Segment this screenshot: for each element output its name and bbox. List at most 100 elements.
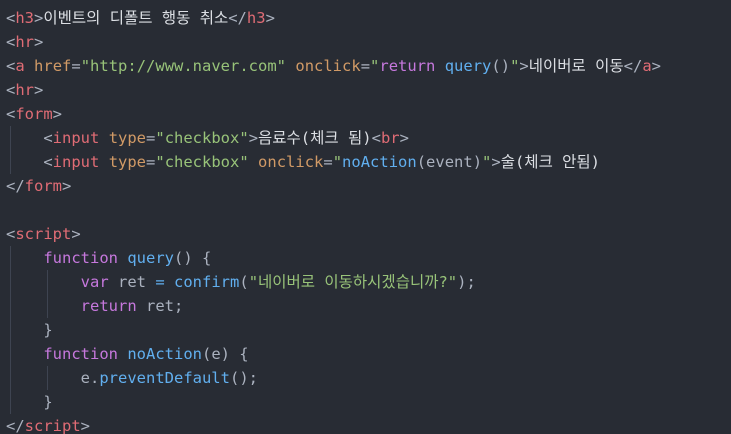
code-line: <hr>	[0, 78, 731, 102]
code-token: "checkbox"	[155, 129, 249, 147]
code-token: a	[15, 57, 25, 75]
code-token: </	[6, 417, 25, 434]
code-token: >	[34, 9, 44, 27]
code-token: 네이버로 이동	[528, 57, 624, 75]
code-line: </form>	[0, 174, 731, 198]
code-token: ()	[491, 57, 511, 75]
code-token: }	[6, 393, 53, 411]
code-token: 이벤트의 디폴트 행동 취소	[43, 9, 229, 27]
code-line: <a href="http://www.naver.com" onclick="…	[0, 54, 731, 78]
code-token: "	[332, 153, 343, 171]
code-line: <input type="checkbox">음료수(체크 됨)<br>	[0, 126, 731, 150]
code-line: }	[0, 318, 731, 342]
code-line: function noAction(e) {	[0, 342, 731, 366]
code-token: onclick	[258, 153, 324, 171]
indent-guide	[10, 126, 11, 150]
code-token: =	[323, 153, 333, 171]
code-token: function	[43, 249, 118, 267]
code-token: <	[6, 9, 16, 27]
code-token: function	[43, 345, 118, 363]
code-token: =	[155, 273, 165, 291]
indent-guide	[47, 294, 48, 318]
code-token: ret	[108, 273, 156, 291]
code-token: var	[80, 273, 109, 291]
code-token: >	[71, 225, 81, 243]
code-token: href	[34, 57, 72, 75]
code-line: e.preventDefault();	[0, 366, 731, 390]
code-token: h3	[15, 9, 35, 27]
code-token: <	[6, 129, 53, 147]
code-token: input	[52, 153, 100, 171]
code-line: <script>	[0, 222, 731, 246]
indent-guide	[10, 366, 11, 390]
code-token: >	[248, 129, 259, 147]
code-token: =	[146, 129, 156, 147]
indent-guide	[10, 270, 11, 294]
code-line: </script>	[0, 414, 731, 434]
code-token: "	[370, 57, 380, 75]
code-token: >	[34, 33, 44, 51]
code-editor[interactable]: <h3>이벤트의 디폴트 행동 취소</h3> <hr> <a href="ht…	[0, 0, 731, 434]
code-token: (e) {	[201, 345, 249, 363]
code-token: >	[34, 81, 44, 99]
code-token: <	[6, 105, 16, 123]
indent-guide	[10, 390, 11, 414]
code-token: <	[6, 81, 16, 99]
code-token: confirm	[174, 273, 240, 291]
code-token: query	[127, 249, 174, 267]
code-token: >	[519, 57, 529, 75]
code-token: a	[642, 57, 652, 75]
code-token: script	[15, 225, 72, 243]
indent-guide	[10, 342, 11, 366]
code-token: <	[6, 57, 16, 75]
code-token: return	[80, 297, 137, 315]
code-token: <	[6, 153, 53, 171]
indent-guide	[47, 366, 48, 390]
code-line: var ret = confirm("네이버로 이동하시겠습니까?");	[0, 270, 731, 294]
indent-guide	[10, 318, 11, 342]
code-token: type	[108, 153, 147, 171]
code-token: query	[444, 57, 492, 75]
code-token: 음료수(체크 됨)	[258, 129, 372, 147]
code-token: 술(체크 안됨)	[500, 153, 601, 171]
code-token: return	[379, 57, 436, 75]
code-token: >	[80, 417, 91, 434]
code-token: =	[360, 57, 371, 75]
code-token: "checkbox"	[155, 153, 249, 171]
code-token: ();	[229, 369, 258, 387]
code-line: function query() {	[0, 246, 731, 270]
code-token: <	[371, 129, 381, 147]
code-token: >	[491, 153, 501, 171]
code-token: >	[265, 9, 275, 27]
code-line: <h3>이벤트의 디폴트 행동 취소</h3>	[0, 6, 731, 30]
code-token: input	[52, 129, 100, 147]
code-line: <input type="checkbox" onclick="noAction…	[0, 150, 731, 174]
code-token: <	[6, 225, 16, 243]
code-token: }	[6, 321, 53, 339]
code-token: </	[623, 57, 643, 75]
code-token: onclick	[295, 57, 361, 75]
code-token: "네이버로 이동하시겠습니까?"	[248, 273, 458, 291]
code-token: type	[108, 129, 147, 147]
code-line: }	[0, 390, 731, 414]
indent-guide	[10, 246, 11, 270]
code-token: >	[651, 57, 662, 75]
code-token: </	[228, 9, 247, 27]
code-token: <	[6, 33, 16, 51]
code-token: preventDefault	[99, 369, 230, 387]
code-token: h3	[246, 9, 266, 27]
code-token: (event)	[416, 153, 483, 171]
code-token: "http://www.naver.com"	[80, 57, 287, 75]
